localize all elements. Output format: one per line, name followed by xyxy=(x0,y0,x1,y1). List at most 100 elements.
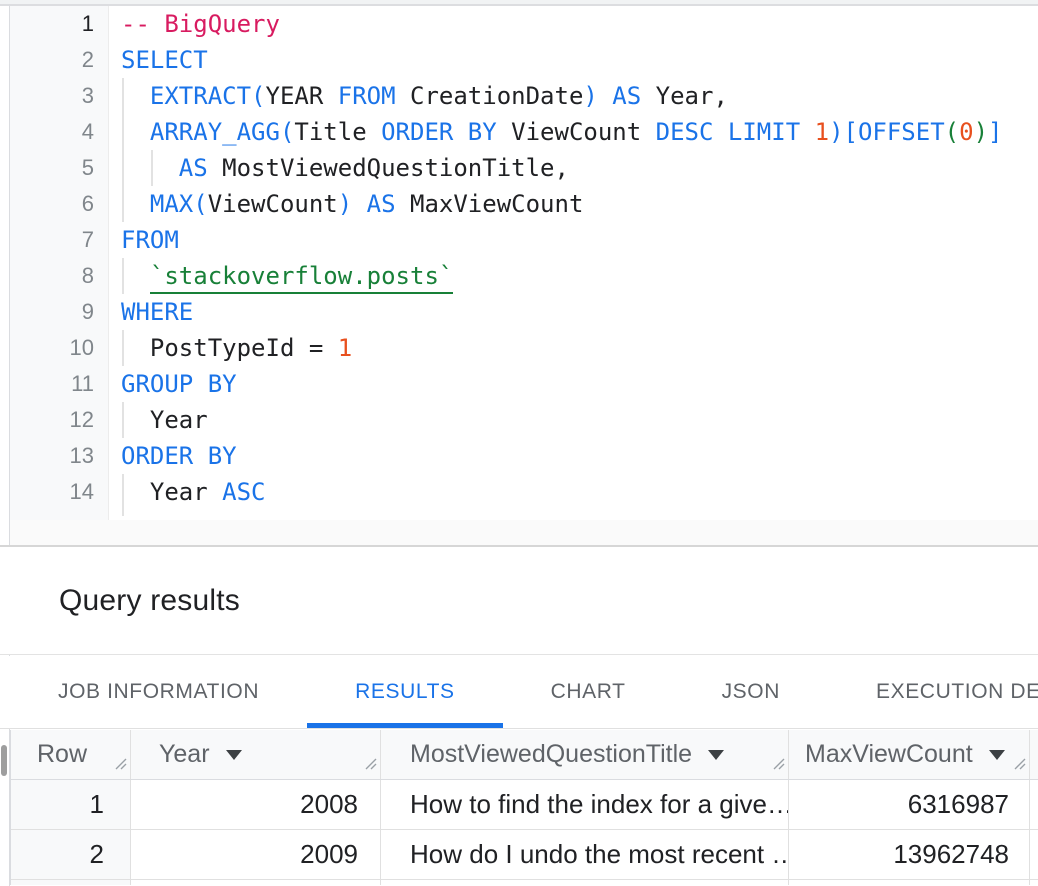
code-text: SELECT xyxy=(109,42,1038,78)
table-cell-stub xyxy=(1030,880,1038,885)
table-reference-link[interactable]: `stackoverflow.posts` xyxy=(150,262,453,294)
column-resize-handle[interactable] xyxy=(363,748,377,777)
table-cell-stub xyxy=(1030,780,1038,829)
sort-dropdown-icon[interactable] xyxy=(226,750,242,760)
sort-dropdown-icon[interactable] xyxy=(989,750,1005,760)
code-text: GROUP BY xyxy=(109,366,1038,402)
code-line-2[interactable]: 2SELECT xyxy=(10,42,1038,78)
code-line-13[interactable]: 13ORDER BY xyxy=(10,438,1038,474)
line-number: 2 xyxy=(10,42,109,78)
column-resize-handle[interactable] xyxy=(1012,748,1026,777)
line-number: 13 xyxy=(10,438,109,474)
code-line-4[interactable]: 4 ARRAY_AGG(Title ORDER BY ViewCount DES… xyxy=(10,114,1038,150)
results-tabbar: JOB INFORMATION RESULTS CHART JSON EXECUTION… xyxy=(0,656,1038,729)
line-number: 9 xyxy=(10,294,109,330)
table-cell: 2008 xyxy=(131,780,381,829)
column-header-label: MostViewedQuestionTitle xyxy=(410,740,692,769)
code-line-11[interactable]: 11GROUP BY xyxy=(10,366,1038,402)
indent-guide xyxy=(122,402,124,438)
query-results-title: Query results xyxy=(59,584,240,618)
vertical-scrollbar-thumb[interactable] xyxy=(1,745,7,776)
line-number: 3 xyxy=(10,78,109,114)
code-text: `stackoverflow.posts` xyxy=(109,258,1038,294)
code-line-6[interactable]: 6 MAX(ViewCount) AS MaxViewCount xyxy=(10,186,1038,222)
table-cell-partial xyxy=(789,880,1030,885)
table-cell: 6316987 xyxy=(789,780,1030,829)
line-number: 7 xyxy=(10,222,109,258)
code-line-8[interactable]: 8 `stackoverflow.posts` xyxy=(10,258,1038,294)
column-resize-handle[interactable] xyxy=(771,748,785,777)
column-header-mostviewedquestiontitle[interactable]: MostViewedQuestionTitle xyxy=(381,730,789,779)
line-number: 11 xyxy=(10,366,109,402)
tab-label: RESULTS xyxy=(355,680,455,704)
tab-label: JOB INFORMATION xyxy=(58,680,259,704)
table-row: 12008How to find the index for a give…63… xyxy=(11,780,1038,830)
column-header-label: MaxViewCount xyxy=(805,740,973,769)
line-number: 4 xyxy=(10,114,109,150)
tab-label: EXECUTION DETAILS xyxy=(876,680,1038,704)
tab-execution-details[interactable]: EXECUTION DETAILS xyxy=(828,656,1038,728)
query-results-header: Query results xyxy=(0,547,1038,655)
line-number: 1 xyxy=(10,6,109,42)
table-header-row: Row Year MostViewedQuestionTitle MaxViewCou… xyxy=(11,730,1038,780)
code-line-7[interactable]: 7FROM xyxy=(10,222,1038,258)
sql-editor[interactable]: 1-- BigQuery2SELECT3 EXTRACT(YEAR FROM C… xyxy=(10,6,1038,520)
table-row-partial xyxy=(11,880,1038,885)
bigquery-query-page: 1-- BigQuery2SELECT3 EXTRACT(YEAR FROM C… xyxy=(0,0,1038,886)
code-text: FROM xyxy=(109,222,1038,258)
tab-results[interactable]: RESULTS xyxy=(307,656,503,728)
column-resize-handle[interactable] xyxy=(113,748,127,777)
tab-job-information[interactable]: JOB INFORMATION xyxy=(10,656,307,728)
code-line-12[interactable]: 12 Year xyxy=(10,402,1038,438)
table-cell: 2009 xyxy=(131,830,381,879)
table-cell-stub xyxy=(1030,830,1038,879)
table-cell: 1 xyxy=(11,780,131,829)
code-text: EXTRACT(YEAR FROM CreationDate) AS Year, xyxy=(109,78,1038,114)
table-cell: 2 xyxy=(11,830,131,879)
line-number: 6 xyxy=(10,186,109,222)
indent-guide xyxy=(151,150,153,186)
active-tab-indicator xyxy=(307,723,503,728)
editor-bottom-band xyxy=(10,520,1038,545)
code-filler xyxy=(109,510,1038,520)
column-header-label: Year xyxy=(159,740,210,769)
column-header-label: Row xyxy=(37,740,87,769)
code-text: ARRAY_AGG(Title ORDER BY ViewCount DESC … xyxy=(109,114,1038,150)
column-header-year[interactable]: Year xyxy=(131,730,381,779)
line-number: 5 xyxy=(10,150,109,186)
results-table: Row Year MostViewedQuestionTitle MaxViewCou… xyxy=(10,730,1038,885)
line-number: 10 xyxy=(10,330,109,366)
code-text: Year ASC xyxy=(109,474,1038,510)
column-header-row[interactable]: Row xyxy=(11,730,131,779)
code-line-14[interactable]: 14 Year ASC xyxy=(10,474,1038,510)
sort-dropdown-icon[interactable] xyxy=(708,750,724,760)
code-line-9[interactable]: 9WHERE xyxy=(10,294,1038,330)
gutter-filler-bg xyxy=(10,510,109,520)
tab-json[interactable]: JSON xyxy=(674,656,828,728)
code-text: ORDER BY xyxy=(109,438,1038,474)
column-header-maxviewcount[interactable]: MaxViewCount xyxy=(789,730,1030,779)
line-number: 8 xyxy=(10,258,109,294)
table-cell-partial xyxy=(11,880,131,885)
column-header-stub xyxy=(1030,730,1038,779)
table-cell-partial xyxy=(131,880,381,885)
line-number: 12 xyxy=(10,402,109,438)
code-text: MAX(ViewCount) AS MaxViewCount xyxy=(109,186,1038,222)
code-line-1[interactable]: 1-- BigQuery xyxy=(10,6,1038,42)
code-line-5[interactable]: 5 AS MostViewedQuestionTitle, xyxy=(10,150,1038,186)
results-table-area: Row Year MostViewedQuestionTitle MaxViewCou… xyxy=(0,730,1038,886)
table-row: 22009How do I undo the most recent …1396… xyxy=(11,830,1038,880)
tab-label: CHART xyxy=(551,680,626,704)
code-line-10[interactable]: 10 PostTypeId = 1 xyxy=(10,330,1038,366)
tab-chart[interactable]: CHART xyxy=(503,656,674,728)
code-text: AS MostViewedQuestionTitle, xyxy=(109,150,1038,186)
code-text: -- BigQuery xyxy=(109,6,1038,42)
indent-guide xyxy=(122,78,124,222)
line-number: 14 xyxy=(10,474,109,510)
table-cell-partial xyxy=(381,880,789,885)
code-text: Year xyxy=(109,402,1038,438)
indent-guide xyxy=(122,474,124,516)
table-cell: How to find the index for a give… xyxy=(381,780,789,829)
code-text: WHERE xyxy=(109,294,1038,330)
code-line-3[interactable]: 3 EXTRACT(YEAR FROM CreationDate) AS Yea… xyxy=(10,78,1038,114)
